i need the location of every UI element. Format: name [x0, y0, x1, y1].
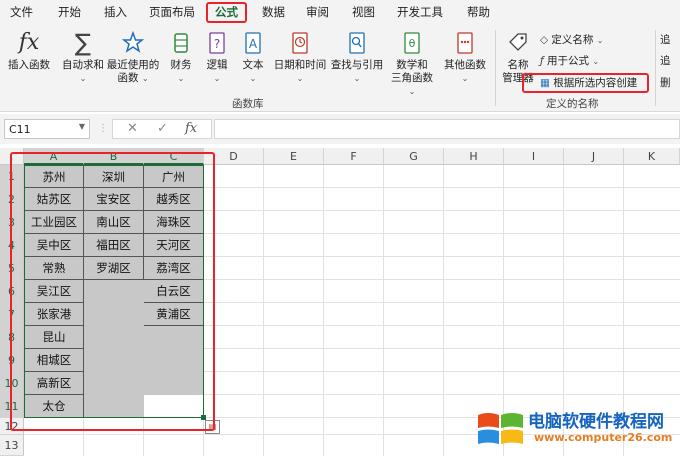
watermark-title: 电脑软硬件教程网	[528, 412, 664, 432]
row-header[interactable]: 13	[0, 435, 24, 456]
theta-book-icon: θ	[404, 32, 420, 54]
column-header-h[interactable]: H	[444, 148, 504, 165]
text-button[interactable]: A 文本 ⌄	[238, 30, 268, 85]
fx-small-icon: ƒ	[540, 55, 544, 67]
function-library-group-label: 函数库	[232, 98, 264, 110]
recently-used-button[interactable]: 最近使用的 函数 ⌄	[105, 30, 161, 85]
tag-icon	[509, 33, 527, 51]
insert-function-button[interactable]: fx 插入函数	[6, 30, 52, 72]
menu-bar: 文件 开始 插入 页面布局 公式 数据 审阅 视图 开发工具 帮助	[0, 0, 680, 24]
selection-highlight-frame	[10, 152, 215, 431]
fx-icon[interactable]: fx	[185, 121, 197, 136]
autosum-button[interactable]: ∑ 自动求和 ⌄	[60, 30, 106, 85]
svg-text:?: ?	[214, 37, 220, 51]
more-book-icon	[457, 32, 473, 54]
trace-precedents-button[interactable]: 追	[660, 32, 671, 47]
star-icon	[122, 30, 144, 53]
remove-arrows-button[interactable]: 删	[660, 75, 671, 90]
tab-page-layout[interactable]: 页面布局	[149, 4, 195, 20]
formula-bar-buttons: ✕ ✓ fx	[112, 119, 212, 139]
column-header-i[interactable]: I	[504, 148, 564, 165]
lookup-reference-button[interactable]: 查找与引用 ⌄	[329, 30, 385, 85]
fx-icon: fx	[18, 30, 40, 55]
tab-review[interactable]: 审阅	[306, 4, 329, 20]
financial-button[interactable]: 财务 ⌄	[166, 30, 196, 85]
svg-text:θ: θ	[409, 37, 416, 50]
text-a-icon: A	[245, 32, 261, 54]
svg-text:A: A	[249, 37, 258, 51]
watermark: 电脑软硬件教程网 www.computer26.com	[476, 405, 680, 455]
coins-icon	[174, 33, 188, 53]
tab-help[interactable]: 帮助	[467, 4, 490, 20]
trace-dependents-button[interactable]: 追	[660, 53, 671, 68]
clock-icon	[292, 32, 308, 54]
logical-button[interactable]: ? 逻辑 ⌄	[202, 30, 232, 85]
tab-view[interactable]: 视图	[352, 4, 375, 20]
confirm-icon[interactable]: ✓	[157, 121, 168, 136]
cancel-icon[interactable]: ✕	[127, 121, 138, 136]
question-book-icon: ?	[209, 32, 225, 54]
group-separator	[655, 30, 656, 106]
define-name-button[interactable]: ◇ 定义名称 ⌄	[540, 32, 603, 47]
tab-home[interactable]: 开始	[58, 4, 81, 20]
name-box[interactable]: C11 ▼	[4, 119, 90, 139]
tab-data[interactable]: 数据	[262, 4, 285, 20]
formulas-tab-highlight	[206, 2, 247, 23]
more-functions-button[interactable]: 其他函数 ⌄	[440, 30, 490, 85]
formula-bar: C11 ▼ ⋮ ✕ ✓ fx	[0, 114, 680, 144]
watermark-url: www.computer26.com	[534, 431, 673, 444]
chevron-down-icon[interactable]: ▼	[79, 122, 85, 131]
math-trig-button[interactable]: θ 数学和 三角函数 ⌄	[386, 30, 438, 98]
tag-small-icon: ◇	[540, 34, 549, 46]
tab-file[interactable]: 文件	[10, 4, 33, 20]
column-header-e[interactable]: E	[264, 148, 324, 165]
column-header-k[interactable]: K	[624, 148, 680, 165]
defined-names-group-label: 定义的名称	[546, 98, 599, 110]
formula-input[interactable]	[214, 119, 680, 139]
sigma-icon: ∑	[74, 29, 92, 57]
column-header-g[interactable]: G	[384, 148, 444, 165]
create-from-selection-highlight	[522, 73, 649, 93]
group-separator	[495, 30, 496, 106]
column-header-j[interactable]: J	[564, 148, 624, 165]
ribbon: fx 插入函数 ∑ 自动求和 ⌄ 最近使用的 函数 ⌄ 财务 ⌄ ? 逻辑 ⌄ A	[0, 24, 680, 112]
windows-logo-icon	[478, 413, 523, 444]
date-time-button[interactable]: 日期和时间 ⌄	[272, 30, 328, 85]
tab-insert[interactable]: 插入	[104, 4, 127, 20]
use-in-formula-button[interactable]: ƒ 用于公式 ⌄	[540, 53, 599, 68]
magnifier-book-icon	[349, 32, 365, 54]
drag-handle-icon[interactable]: ⋮	[98, 123, 108, 134]
tab-developer[interactable]: 开发工具	[397, 4, 443, 20]
column-header-f[interactable]: F	[324, 148, 384, 165]
